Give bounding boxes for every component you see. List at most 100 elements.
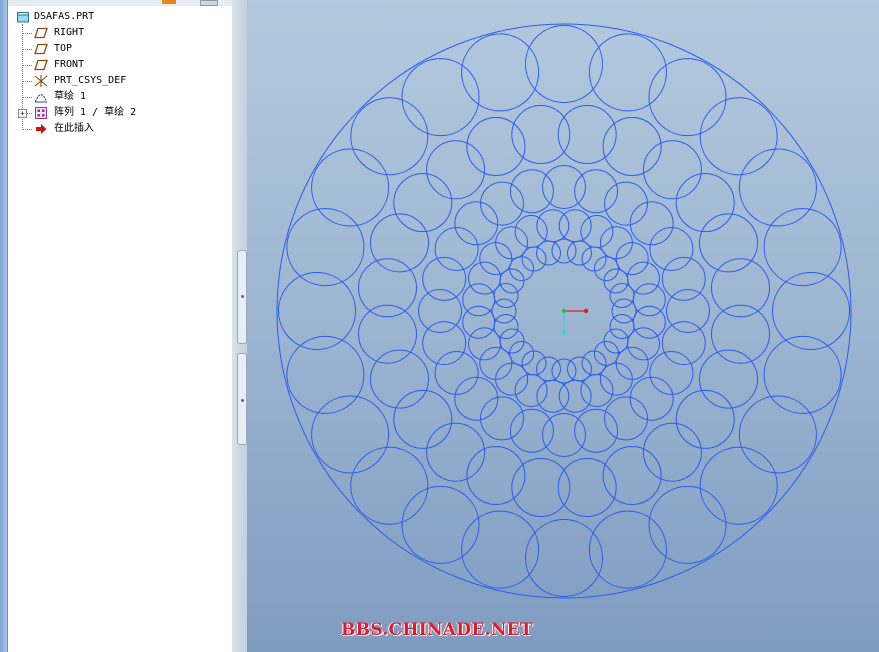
- ring-5-circle: [493, 283, 519, 308]
- ring-3-circle: [629, 376, 674, 421]
- ring-2-circle: [358, 304, 417, 364]
- ring-3-circle: [604, 396, 648, 441]
- ring-1-circle: [699, 97, 778, 176]
- ring-2-circle: [511, 458, 571, 517]
- toolbar-settings-icon[interactable]: [162, 0, 176, 4]
- ring-2-circle: [511, 105, 571, 164]
- sketch-icon: [34, 94, 48, 103]
- ring-2-circle: [711, 258, 770, 318]
- ring-5-circle: [536, 240, 561, 266]
- left-window-edge: [0, 0, 7, 652]
- tree-item-label: 在此插入: [54, 123, 94, 134]
- tree-item-front[interactable]: FRONT: [8, 57, 232, 73]
- ring-3-circle: [649, 351, 694, 395]
- ring-2-circle: [602, 446, 662, 505]
- ring-4-circle: [536, 209, 570, 243]
- splitter-grip-icon: [241, 399, 244, 402]
- ring-4-circle: [632, 305, 666, 339]
- tree-item-csys[interactable]: PRT_CSYS_DEF: [8, 73, 232, 89]
- tree-toolbar-strip: [8, 0, 232, 6]
- ring-3-circle: [542, 165, 586, 209]
- ring-1-circle: [401, 58, 480, 137]
- ring-2-circle: [426, 140, 486, 200]
- ring-3-circle: [604, 181, 648, 226]
- ring-1-circle: [738, 395, 817, 474]
- ring-3-circle: [629, 201, 674, 246]
- ring-1-circle: [588, 510, 667, 589]
- splitter-grip-icon: [241, 295, 244, 298]
- ring-2-circle: [675, 173, 735, 233]
- ring-5-circle: [493, 314, 519, 339]
- tree-item-top[interactable]: TOP: [8, 41, 232, 57]
- ring-1-circle: [648, 485, 727, 564]
- coordinate-system-icon: [34, 75, 48, 87]
- model-tree-panel: DSAFAS.PRT RIGHT TOP FRONT PRT_CSYS_DEF: [7, 0, 233, 652]
- tree-item-pattern-1[interactable]: 阵列 1 / 草绘 2: [8, 105, 232, 121]
- tree-item-label: PRT_CSYS_DEF: [54, 75, 127, 86]
- csys-x-marker: [583, 308, 589, 314]
- ring-3-circle: [661, 321, 706, 366]
- ring-1-circle: [350, 446, 429, 525]
- tree-item-label: DSAFAS.PRT: [34, 11, 95, 22]
- insert-here-arrow-icon: [36, 124, 47, 134]
- ring-3-circle: [454, 201, 499, 246]
- ring-1-circle: [588, 33, 667, 112]
- csys-origin-marker: [561, 308, 567, 314]
- ring-5-circle: [536, 356, 561, 382]
- tree-item-label: 草绘 1: [54, 91, 87, 102]
- ring-1-circle: [286, 208, 365, 287]
- ring-5-circle: [609, 314, 635, 339]
- ring-2-circle: [466, 117, 526, 176]
- ring-1-circle: [401, 485, 480, 564]
- ring-3-circle: [661, 256, 706, 301]
- datum-plane-icon: [34, 59, 48, 71]
- tree-item-insert-here[interactable]: 在此插入: [8, 121, 232, 137]
- ring-1-circle: [763, 335, 842, 414]
- ring-1-circle: [278, 272, 356, 350]
- sketch-drawing: [276, 23, 852, 599]
- ring-2-circle: [602, 117, 662, 176]
- tree-item-label: 阵列 1 / 草绘 2: [54, 107, 137, 118]
- ring-1-circle: [461, 510, 540, 589]
- ring-5-circle: [611, 298, 637, 324]
- tree-item-sketch-1[interactable]: 草绘 1: [8, 89, 232, 105]
- ring-2-circle: [557, 458, 617, 517]
- pattern-icon: [35, 107, 47, 119]
- datum-plane-icon: [34, 43, 48, 55]
- ring-2-circle: [642, 140, 702, 200]
- ring-1-circle: [461, 33, 540, 112]
- ring-3-circle: [649, 227, 694, 271]
- ring-3-circle: [574, 408, 619, 453]
- datum-plane-icon: [34, 27, 48, 39]
- ring-2-circle: [426, 422, 486, 482]
- ring-3-circle: [666, 289, 710, 333]
- ring-3-circle: [480, 181, 524, 226]
- ring-2-circle: [466, 446, 526, 505]
- graphics-viewport[interactable]: BBS.CHINADE.NET: [247, 0, 879, 652]
- toolbar-window-icon[interactable]: [200, 0, 218, 6]
- ring-3-circle: [422, 256, 467, 301]
- ring-1-circle: [763, 208, 842, 287]
- ring-2-circle: [358, 258, 417, 318]
- ring-3-circle: [418, 289, 462, 333]
- ring-2-circle: [699, 349, 758, 409]
- ring-2-circle: [393, 173, 453, 233]
- ring-3-circle: [480, 396, 524, 441]
- ring-2-circle: [711, 304, 770, 364]
- ring-3-circle: [574, 169, 619, 214]
- ring-5-circle: [567, 356, 592, 382]
- ring-3-circle: [434, 351, 479, 395]
- ring-1-circle: [648, 58, 727, 137]
- ring-1-circle: [772, 272, 850, 350]
- ring-5-circle: [567, 240, 592, 266]
- ring-5-circle: [609, 283, 635, 308]
- ring-1-circle: [311, 148, 390, 227]
- ring-3-circle: [509, 408, 554, 453]
- tree-item-right[interactable]: RIGHT: [8, 25, 232, 41]
- ring-3-circle: [434, 227, 479, 271]
- ring-1-circle: [525, 519, 603, 597]
- ring-3-circle: [422, 321, 467, 366]
- tree-item-root[interactable]: DSAFAS.PRT: [8, 9, 232, 25]
- tree-item-label: FRONT: [54, 59, 85, 70]
- part-icon: [17, 12, 29, 23]
